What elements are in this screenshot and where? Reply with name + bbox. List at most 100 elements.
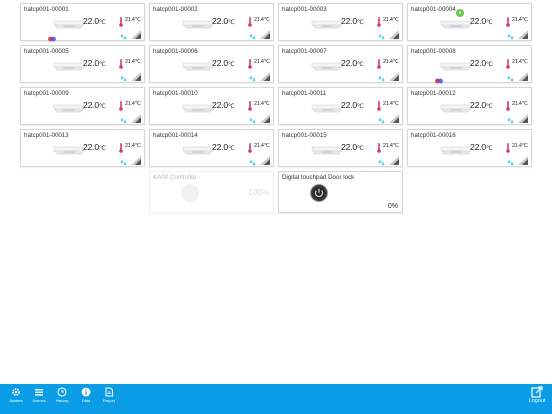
device-name: hatcp001-00005 [24, 48, 69, 55]
room-temperature-value: 21.4 [254, 101, 264, 107]
temperature-value: 22.0 [83, 16, 99, 26]
room-temperature: 21.4℃ [254, 143, 270, 149]
room-temperature-unit: ℃ [134, 59, 141, 65]
temperature-unit: ℃ [485, 146, 493, 152]
room-temperature-unit: ℃ [392, 59, 399, 65]
temperature-unit: ℃ [227, 20, 235, 26]
logout-button[interactable]: Logout [526, 386, 548, 404]
device-name: hatcp001-00014 [153, 132, 198, 139]
gear-icon [6, 387, 26, 397]
room-temperature: 21.4℃ [512, 101, 528, 107]
report-icon [99, 387, 119, 397]
room-temperature-unit: ℃ [263, 101, 270, 107]
device-tile[interactable]: hatcp001-00005 22.0℃ 21.4℃ [20, 45, 145, 83]
device-tile[interactable]: hatcp001-00015 22.0℃ 21.4℃ [278, 129, 403, 167]
doorlock-tile[interactable]: Digital touchpad Door lock 0% [278, 171, 403, 213]
room-temperature-value: 21.4 [125, 59, 135, 65]
device-tile[interactable]: hatcp001-00002 22.0℃ 21.4℃ [149, 3, 274, 41]
device-name: hatcp001-00011 [282, 90, 327, 97]
nav-data-button[interactable]: Data [76, 387, 96, 403]
set-temperature: 22.0℃ [341, 16, 364, 26]
nav-label: Report [102, 398, 115, 403]
room-temperature-value: 21.4 [383, 59, 393, 65]
temperature-value: 22.0 [341, 16, 357, 26]
ceiling-ac-icon [440, 101, 472, 116]
nav-history-button[interactable]: History [52, 387, 72, 403]
thermometer-icon [377, 56, 381, 69]
temperature-unit: ℃ [98, 20, 106, 26]
device-tile[interactable]: hatcp001-00012 22.0℃ 21.4℃ [407, 87, 532, 125]
device-tile[interactable]: hatcp001-00011 22.0℃ 21.4℃ [278, 87, 403, 125]
signal-strength-icon [131, 26, 141, 39]
humidity-icon [378, 69, 385, 82]
humidity-icon [120, 27, 127, 40]
device-tile[interactable]: hatcp001-00004 ● 22.0℃ 21.4℃ [407, 3, 532, 41]
thermometer-icon [119, 14, 123, 27]
set-temperature: 22.0℃ [341, 58, 364, 68]
humidity-icon [249, 111, 256, 124]
nav-label: History [55, 398, 69, 403]
device-tile[interactable]: hatcp001-00006 22.0℃ 21.4℃ [149, 45, 274, 83]
temperature-unit: ℃ [356, 146, 364, 152]
ceiling-ac-icon [53, 59, 85, 74]
ceiling-ac-icon [53, 143, 85, 158]
room-temperature-unit: ℃ [392, 101, 399, 107]
signal-strength-icon [389, 26, 399, 39]
room-temperature-unit: ℃ [134, 17, 141, 23]
signal-strength-icon [518, 68, 528, 81]
room-temperature-value: 21.4 [383, 143, 393, 149]
device-tile[interactable]: hatcp001-00008 22.0℃ 21.4℃ [407, 45, 532, 84]
device-name: hatcp001-00004 [411, 6, 456, 13]
power-icon[interactable] [310, 184, 328, 202]
nav-label: System [9, 398, 23, 403]
mode-dot-icon [435, 71, 443, 84]
set-temperature: 22.0℃ [470, 58, 493, 68]
nav-report-button[interactable]: Report [99, 387, 119, 403]
device-name: hatcp001-00009 [24, 90, 69, 97]
device-tile[interactable]: hatcp001-00010 22.0℃ 21.4℃ [149, 87, 274, 125]
empty-slot [20, 171, 145, 213]
humidity-icon [378, 153, 385, 166]
room-temperature: 21.4℃ [383, 17, 399, 23]
set-temperature: 22.0℃ [83, 16, 106, 26]
nav-system-button[interactable]: System [6, 387, 26, 403]
device-name: hatcp001-00013 [24, 132, 69, 139]
device-tile[interactable]: hatcp001-00014 22.0℃ 21.4℃ [149, 129, 274, 167]
info-icon [76, 387, 96, 397]
humidity-icon [120, 153, 127, 166]
room-temperature-unit: ℃ [392, 17, 399, 23]
controller-tile[interactable]: KA00 Controller 100% [149, 171, 274, 213]
set-temperature: 22.0℃ [341, 142, 364, 152]
set-temperature: 22.0℃ [341, 100, 364, 110]
ceiling-ac-icon [182, 143, 214, 158]
room-temperature-value: 21.4 [254, 143, 264, 149]
device-tile[interactable]: hatcp001-00007 22.0℃ 21.4℃ [278, 45, 403, 83]
room-temperature-value: 21.4 [125, 17, 135, 23]
room-temperature-unit: ℃ [521, 143, 528, 149]
room-temperature: 21.4℃ [125, 59, 141, 65]
room-temperature-value: 21.4 [383, 17, 393, 23]
device-tile[interactable]: hatcp001-00016 22.0℃ 21.4℃ [407, 129, 532, 167]
nav-scenes-button[interactable]: Scenes [29, 387, 49, 403]
humidity-icon [507, 69, 514, 82]
thermometer-icon [248, 14, 252, 27]
room-temperature-unit: ℃ [392, 143, 399, 149]
temperature-value: 22.0 [470, 100, 486, 110]
humidity-icon [378, 27, 385, 40]
device-tile[interactable]: hatcp001-00001 22.0℃ 21.4℃ [20, 3, 145, 42]
logout-label: Logout [528, 398, 546, 404]
ceiling-ac-icon [182, 59, 214, 74]
device-tile[interactable]: hatcp001-00009 22.0℃ 21.4℃ [20, 87, 145, 125]
thermometer-icon [506, 56, 510, 69]
room-temperature-value: 21.4 [254, 17, 264, 23]
room-temperature-value: 21.4 [254, 59, 264, 65]
ceiling-ac-icon [182, 17, 214, 32]
room-temperature-value: 21.4 [512, 143, 522, 149]
signal-strength-icon [389, 152, 399, 165]
device-tile[interactable]: hatcp001-00013 22.0℃ 21.4℃ [20, 129, 145, 167]
room-temperature: 21.4℃ [254, 101, 270, 107]
ceiling-ac-icon [311, 101, 343, 116]
device-tile[interactable]: hatcp001-00003 22.0℃ 21.4℃ [278, 3, 403, 41]
thermometer-icon [377, 14, 381, 27]
thermometer-icon [506, 140, 510, 153]
